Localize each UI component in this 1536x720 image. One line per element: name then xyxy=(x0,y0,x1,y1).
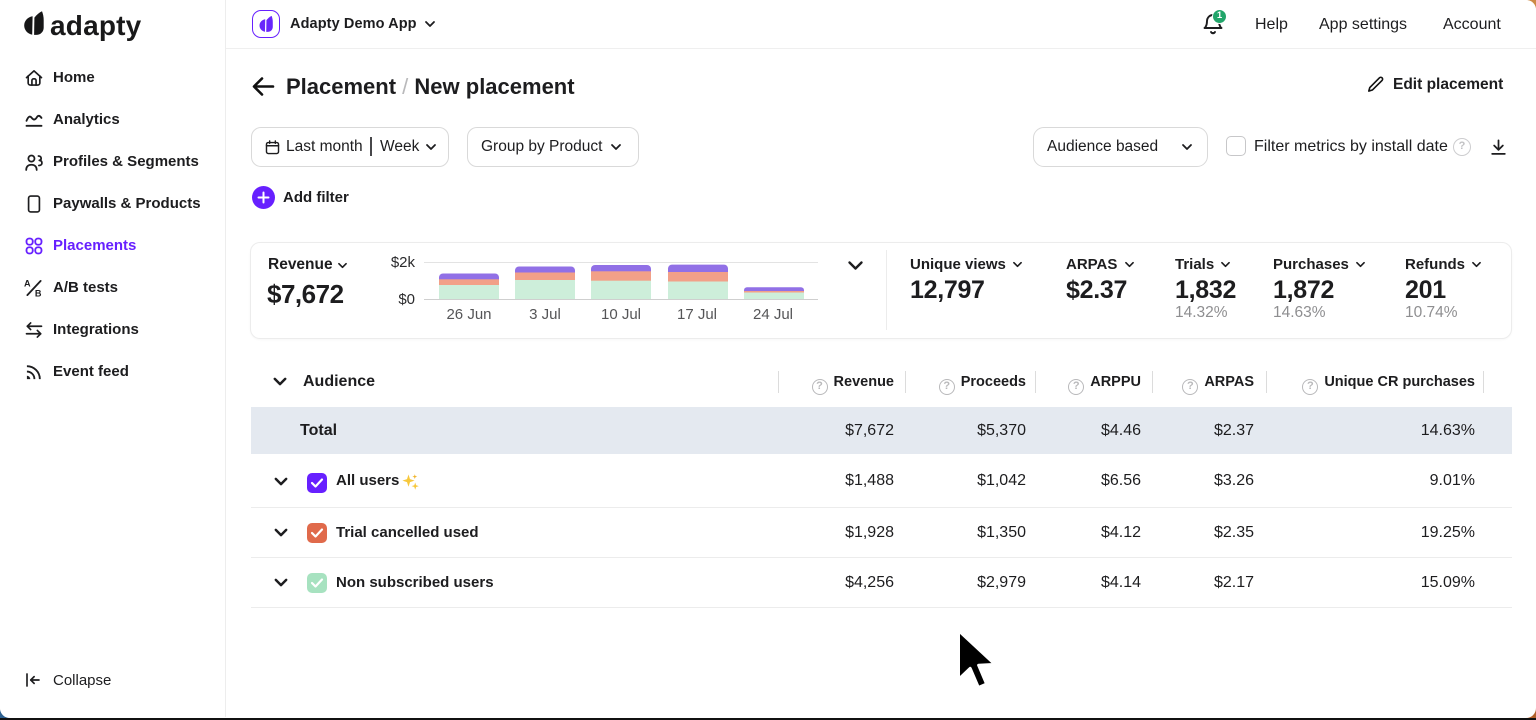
svg-text:B: B xyxy=(35,288,42,298)
svg-text:A: A xyxy=(24,278,31,288)
